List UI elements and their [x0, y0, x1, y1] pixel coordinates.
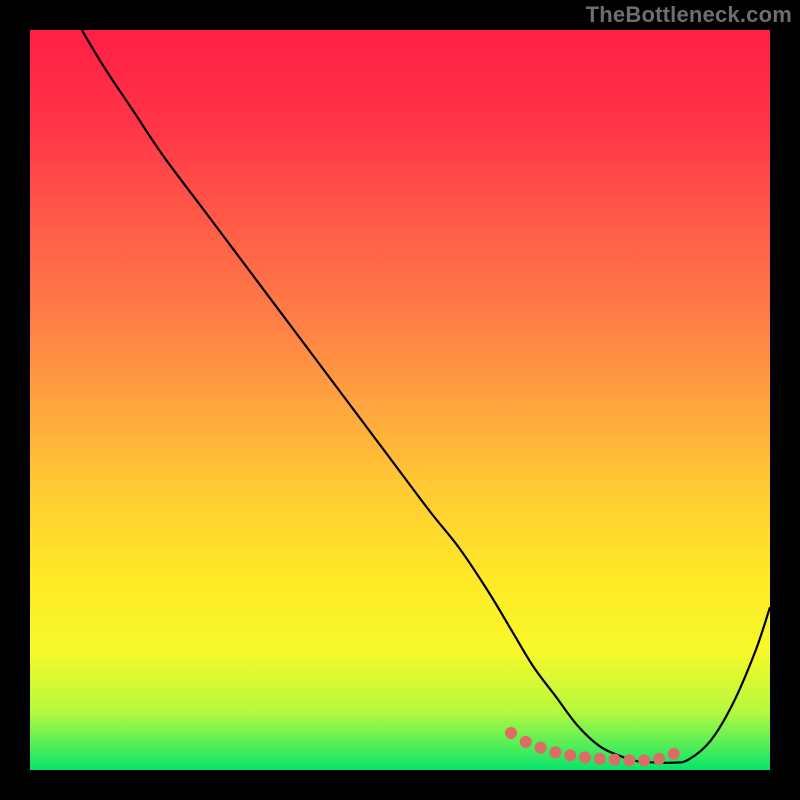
plot-area — [30, 30, 770, 770]
dot-marker — [668, 748, 680, 760]
dot-marker — [564, 749, 576, 761]
dot-marker-group — [505, 727, 680, 766]
curve-layer — [30, 30, 770, 770]
dot-marker — [549, 746, 561, 758]
dot-marker — [505, 727, 517, 739]
dot-marker — [535, 742, 547, 754]
dot-marker — [594, 753, 606, 765]
watermark-text: TheBottleneck.com — [586, 2, 792, 28]
dot-marker — [653, 753, 665, 765]
bottleneck-curve-path — [82, 30, 770, 763]
chart-frame: TheBottleneck.com — [0, 0, 800, 800]
dot-marker — [638, 754, 650, 766]
dot-marker — [623, 754, 635, 766]
dot-marker — [520, 736, 532, 748]
dot-marker — [579, 751, 591, 763]
dot-marker — [609, 754, 621, 766]
